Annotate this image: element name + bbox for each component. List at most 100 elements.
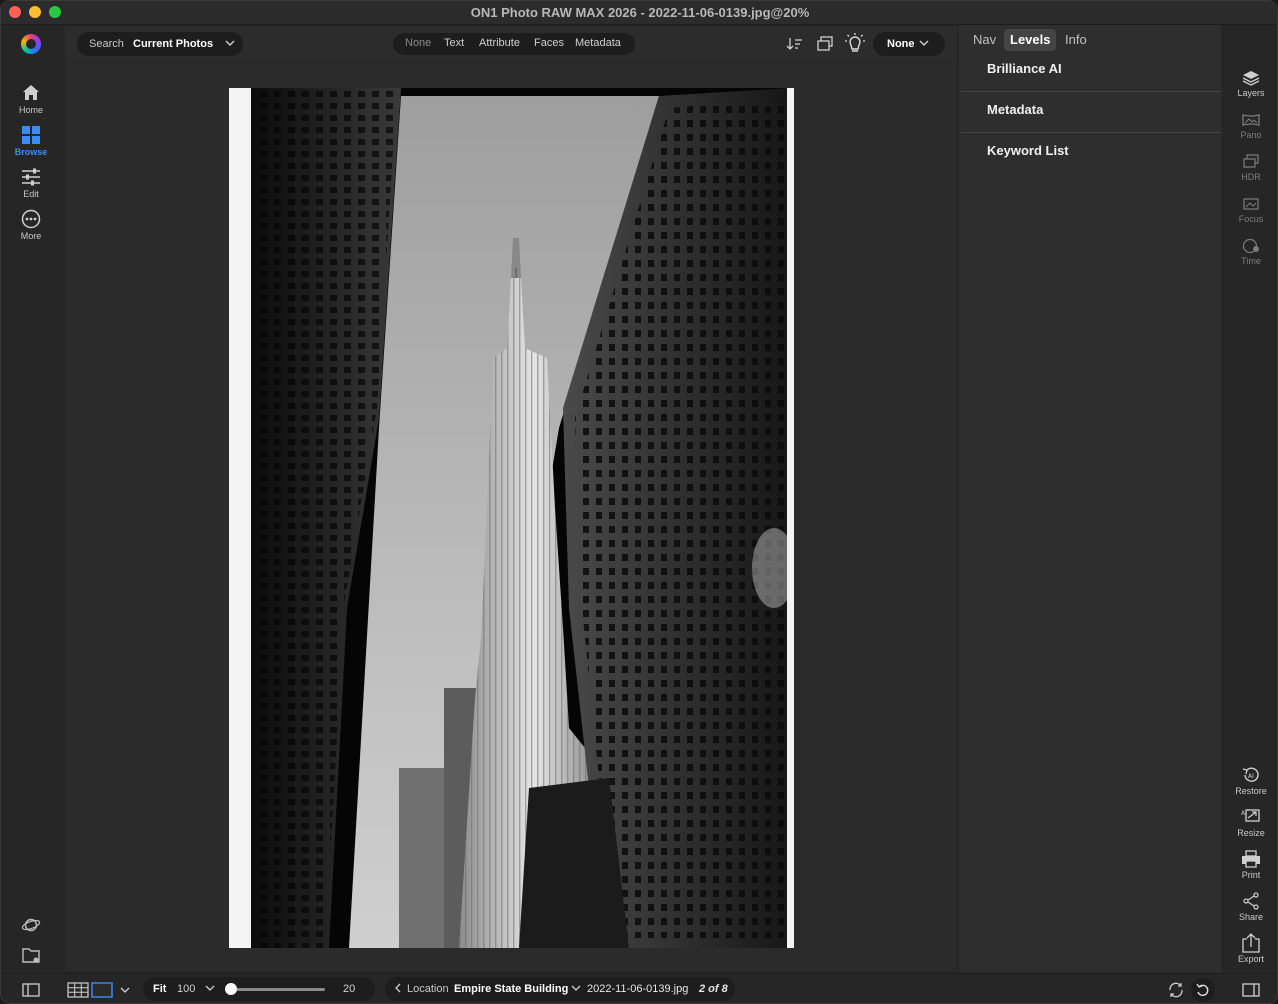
grouping-value: None <box>887 38 915 50</box>
tab-info[interactable]: Info <box>1059 29 1093 51</box>
resize-icon: AI <box>1241 809 1260 822</box>
current-filename: 2022-11-06-0139.jpg <box>587 983 689 995</box>
nav-more-label: More <box>20 231 42 241</box>
layers-icon <box>1242 71 1260 86</box>
location-breadcrumb: Location Empire State Building 2022-11-0… <box>385 977 735 1001</box>
rail-label: Restore <box>1235 786 1267 796</box>
svg-text:AI: AI <box>1241 810 1247 817</box>
planet-icon[interactable] <box>21 915 41 935</box>
section-title: Keyword List <box>987 143 1069 158</box>
chevron-left-icon[interactable] <box>393 982 403 994</box>
section-keyword-list[interactable]: Keyword List <box>961 133 1221 174</box>
section-title: Metadata <box>987 102 1044 117</box>
nav-home[interactable]: Home <box>1 83 61 115</box>
filter-segmented-control: None Text Attribute Faces Metadata <box>393 33 635 55</box>
rail-export[interactable]: Export <box>1223 933 1277 964</box>
filter-faces[interactable]: Faces <box>534 37 564 49</box>
filter-attribute[interactable]: Attribute <box>479 37 520 49</box>
rail-label: Focus <box>1238 214 1264 224</box>
nav-browse[interactable]: Browse <box>1 125 61 157</box>
rail-label: Pano <box>1240 130 1262 140</box>
sidebar-toggle-icon[interactable] <box>22 981 40 999</box>
zoom-fit-button[interactable]: Fit <box>153 983 166 995</box>
nav-home-label: Home <box>18 105 43 115</box>
rail-print[interactable]: Print <box>1223 849 1277 880</box>
photo-image[interactable] <box>229 88 794 948</box>
nav-browse-label: Browse <box>14 147 48 157</box>
title-bar: ON1 Photo RAW MAX 2026 - 2022-11-06-0139… <box>1 1 1277 25</box>
sliders-icon <box>22 168 40 186</box>
chevron-down-icon[interactable] <box>119 981 131 999</box>
filter-none[interactable]: None <box>405 37 431 49</box>
section-brilliance-ai[interactable]: Brilliance AI <box>961 51 1221 92</box>
tab-nav[interactable]: Nav <box>967 29 1002 51</box>
rail-layers[interactable]: Layers <box>1223 69 1277 98</box>
left-module-rail: Home Browse Edit More <box>1 25 61 973</box>
zoom-value[interactable]: 100 <box>177 983 195 995</box>
chevron-down-icon <box>919 40 929 46</box>
rail-pano[interactable]: Pano <box>1223 111 1277 140</box>
detail-view-icon[interactable] <box>91 981 113 999</box>
print-icon <box>1242 850 1260 868</box>
rail-resize[interactable]: AI Resize <box>1223 807 1277 838</box>
photo-position: 2 of 8 <box>699 983 728 995</box>
nav-edit-label: Edit <box>23 189 39 199</box>
search-scope-value: Current Photos <box>133 38 214 50</box>
filter-text[interactable]: Text <box>444 37 464 49</box>
rail-focus[interactable]: Focus <box>1223 195 1277 224</box>
grid-icon <box>22 126 40 144</box>
right-tool-rail: Layers Pano HDR Focus Time AI Restore AI… <box>1223 25 1277 973</box>
rail-label: Time <box>1241 256 1261 266</box>
pano-icon <box>1242 114 1260 126</box>
focus-icon <box>1243 198 1259 210</box>
rail-label: Print <box>1241 870 1261 880</box>
nav-edit[interactable]: Edit <box>1 167 61 199</box>
more-icon <box>21 209 41 229</box>
rail-hdr[interactable]: HDR <box>1223 153 1277 182</box>
thumb-size-slider-knob[interactable] <box>225 983 237 995</box>
undo-button[interactable] <box>1191 978 1215 1002</box>
search-scope-dropdown[interactable]: Search Current Photos <box>77 32 243 56</box>
lightbulb-icon[interactable] <box>843 32 867 56</box>
rail-label: Resize <box>1237 828 1265 838</box>
location-value[interactable]: Empire State Building <box>454 983 568 995</box>
top-toolbar: Search Current Photos None Text Attribut… <box>65 27 957 61</box>
photo-canvas[interactable] <box>65 61 957 971</box>
home-icon <box>23 85 39 100</box>
section-metadata[interactable]: Metadata <box>961 92 1221 133</box>
sync-icon[interactable] <box>1167 981 1185 999</box>
zoom-control: Fit 100 20 <box>143 977 375 1001</box>
rail-time[interactable]: Time <box>1223 237 1277 266</box>
tab-levels[interactable]: Levels <box>1004 29 1057 51</box>
window-title: ON1 Photo RAW MAX 2026 - 2022-11-06-0139… <box>470 5 810 20</box>
export-icon <box>1242 933 1260 953</box>
thumb-size-slider[interactable] <box>229 988 325 991</box>
chevron-down-icon[interactable] <box>205 982 215 994</box>
filter-metadata[interactable]: Metadata <box>575 37 621 49</box>
app-window: ON1 Photo RAW MAX 2026 - 2022-11-06-0139… <box>0 0 1278 1004</box>
rail-restore[interactable]: AI Restore <box>1223 765 1277 796</box>
undo-icon <box>1196 983 1209 997</box>
time-icon <box>1242 238 1259 254</box>
grid-view-icon[interactable] <box>67 981 89 999</box>
location-label: Location <box>407 983 449 995</box>
app-logo-icon[interactable] <box>21 34 41 54</box>
right-panel-toggle-icon[interactable] <box>1242 981 1260 999</box>
stack-icon[interactable] <box>815 34 835 54</box>
chevron-down-icon[interactable] <box>571 982 581 994</box>
right-panel: Nav Levels Info Brilliance AI Metadata K… <box>959 25 1221 973</box>
rail-label: HDR <box>1241 172 1261 182</box>
share-icon <box>1243 892 1259 910</box>
rail-share[interactable]: Share <box>1223 891 1277 922</box>
sort-icon[interactable] <box>785 34 805 54</box>
section-title: Brilliance AI <box>987 61 1062 76</box>
bottom-bar: Fit 100 20 Location Empire State Buildin… <box>1 973 1277 1003</box>
search-label: Search <box>89 38 124 50</box>
grouping-dropdown[interactable]: None <box>873 32 945 56</box>
folder-heart-icon[interactable] <box>21 945 41 965</box>
rail-label: Share <box>1238 912 1264 922</box>
chevron-down-icon <box>225 40 235 46</box>
nav-more[interactable]: More <box>1 209 61 241</box>
rail-label: Export <box>1237 954 1264 964</box>
thumb-size-value: 20 <box>343 983 356 995</box>
